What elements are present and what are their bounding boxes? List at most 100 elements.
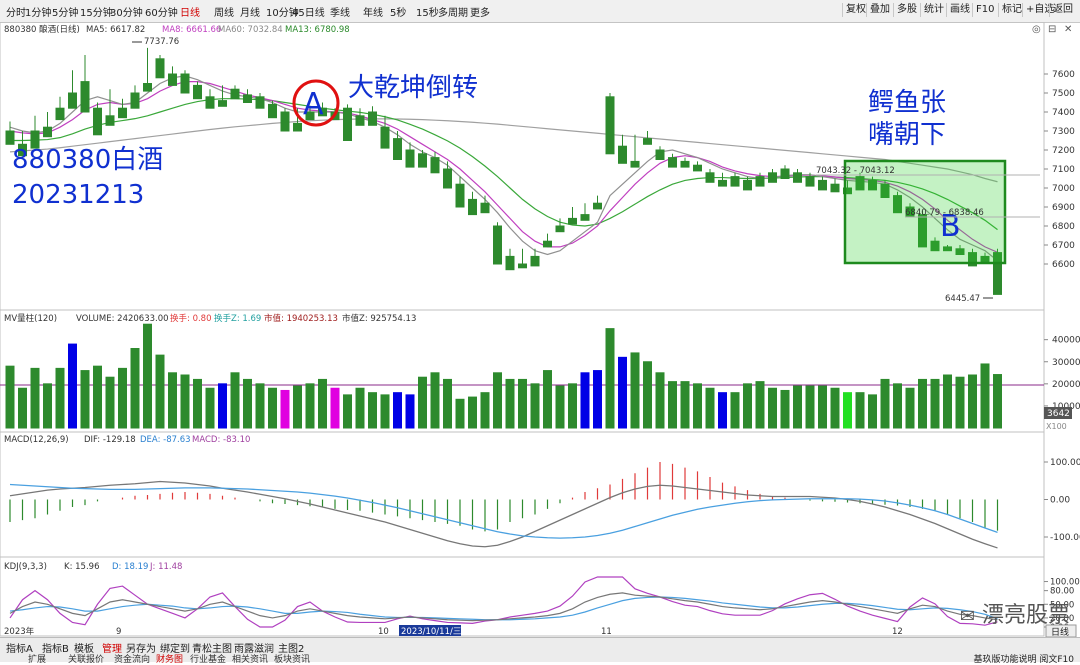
candle-body	[230, 88, 240, 100]
volume-bar	[505, 378, 515, 429]
candle-body	[105, 115, 115, 126]
volume-bar	[330, 387, 340, 429]
period-tab[interactable]: 1分钟	[25, 4, 51, 19]
x-label-2: 10	[378, 627, 389, 637]
bottom-right-info[interactable]: 基玖版功能说明 阅文F10	[974, 652, 1075, 665]
period-tab[interactable]: 5分钟	[52, 4, 78, 19]
candle-body	[468, 198, 477, 216]
period-tab[interactable]: 季线	[330, 4, 350, 19]
period-tab[interactable]: 月线	[240, 4, 260, 19]
macd-panel	[9, 462, 999, 549]
volume-bar	[605, 328, 615, 429]
volume-bar	[668, 381, 677, 429]
macd-tick-label: 0.00	[1050, 496, 1070, 506]
candle-body	[493, 225, 502, 265]
kdj-tick-label: 80.00	[1050, 587, 1074, 597]
candle-body	[568, 217, 577, 225]
turnover-value: 换手: 0.80	[170, 313, 212, 324]
volume-bar	[68, 343, 77, 429]
annotation-title-1: 880380白酒	[12, 145, 163, 175]
volume-bar	[5, 365, 15, 429]
volume-bar	[680, 381, 690, 429]
turnover-z-value: 换手Z: 1.69	[214, 313, 261, 324]
toolbar-button[interactable]: 返回	[1049, 3, 1073, 17]
toolbar-button[interactable]: 标记	[998, 3, 1022, 17]
bottom-link[interactable]: 关联报价	[68, 652, 104, 665]
volume-bar	[543, 370, 552, 429]
candle-body	[505, 255, 515, 271]
volume-bar	[343, 394, 352, 429]
candle-body	[668, 157, 677, 168]
bottom-link[interactable]: 扩展	[28, 652, 46, 665]
candle-body	[130, 92, 140, 109]
candle-body	[193, 84, 202, 100]
period-tab[interactable]: 周线	[214, 4, 234, 19]
volume-bar	[318, 378, 327, 429]
toolbar-button[interactable]: 画线	[946, 3, 970, 17]
candle-body	[455, 183, 465, 208]
macd-dif: DIF: -129.18	[84, 435, 136, 445]
bottom-toolbar: 基玖版功能说明 阅文F10 指标A 指标B 模板 管理 另存为 绑定到 青松主图 雨露滋润 主图…	[0, 637, 1080, 665]
volume-bar	[193, 378, 202, 429]
period-tab[interactable]: 日线	[180, 4, 200, 19]
kdj-panel	[9, 576, 998, 628]
bottom-link[interactable]: 行业基金	[190, 652, 226, 665]
candle-body	[43, 126, 52, 138]
candle-body	[155, 58, 165, 79]
x-label-3: 2023/10/11/三	[401, 627, 461, 637]
toolbar-button[interactable]: 复权	[842, 3, 866, 17]
volume-bar	[818, 385, 827, 429]
period-tab[interactable]: 15分钟	[80, 4, 113, 19]
candle-body	[93, 107, 102, 136]
volume-bar	[568, 383, 577, 429]
price-tick-label: 6600	[1052, 260, 1075, 270]
macd-value: MACD: -83.10	[192, 435, 250, 445]
candle-body	[180, 73, 190, 94]
toolbar-button[interactable]: 叠加	[866, 3, 890, 17]
volume-bar	[630, 352, 640, 429]
bottom-link[interactable]: 资金流向	[114, 652, 150, 665]
bottom-tab[interactable]: 指标B	[42, 640, 69, 655]
volume-bar	[768, 387, 777, 429]
candle-body	[543, 240, 552, 248]
period-toolbar: 分时 1分钟 5分钟 15分钟 30分钟 60分钟 日线 周线 月线 10分钟 45日线 季线 年线 5秒…	[0, 0, 1080, 23]
bottom-link[interactable]: 相关资讯	[232, 652, 268, 665]
toolbar-button[interactable]: F10	[972, 3, 994, 17]
toolbar-button[interactable]: 统计	[920, 3, 944, 17]
bottom-link[interactable]: 板块资讯	[274, 652, 310, 665]
period-tab[interactable]: 30分钟	[110, 4, 143, 19]
bottom-link[interactable]: 财务图	[156, 652, 183, 665]
volume-bar	[480, 392, 490, 429]
period-tab[interactable]: 多周期	[438, 4, 468, 19]
annotation-title-2: 20231213	[12, 180, 144, 210]
candle-body	[118, 107, 127, 119]
x-label-4: 11	[601, 627, 612, 637]
candle-body	[143, 83, 152, 92]
low-label: 6445.47	[945, 294, 980, 304]
period-tab[interactable]: 15秒	[416, 4, 439, 19]
candle-body	[768, 172, 777, 183]
toolbar-button[interactable]: 多股	[893, 3, 917, 17]
period-tab[interactable]: 更多	[470, 4, 490, 19]
volume-bar	[780, 389, 790, 429]
kdj-label: KDJ(9,3,3)	[4, 562, 47, 572]
annotation-b-text-2: 嘴朝下	[868, 120, 946, 150]
candle-body	[355, 115, 365, 126]
volume-bar	[493, 372, 502, 429]
period-tab[interactable]: 60分钟	[145, 4, 178, 19]
watermark: ✉ 漂亮股票	[960, 597, 1070, 629]
stock-chart[interactable]: 880380 酿酒(日线) MA5: 6617.82 MA8: 6661.66 …	[0, 22, 1080, 659]
volume-bar	[268, 387, 277, 429]
period-tab[interactable]: 分时	[6, 4, 26, 19]
candle-body	[780, 168, 790, 179]
candle-body	[80, 81, 90, 113]
volume-bar	[655, 372, 665, 429]
period-tab[interactable]: 45日线	[292, 4, 325, 19]
price-tick-label: 7000	[1052, 184, 1075, 194]
annotation-b-text-1: 鳄鱼张	[868, 88, 946, 118]
candle-body	[793, 172, 802, 183]
period-tab[interactable]: 年线	[363, 4, 383, 19]
period-tab[interactable]: 5秒	[390, 4, 406, 19]
high-label: 7737.76	[144, 37, 179, 47]
candle-body	[268, 103, 277, 119]
